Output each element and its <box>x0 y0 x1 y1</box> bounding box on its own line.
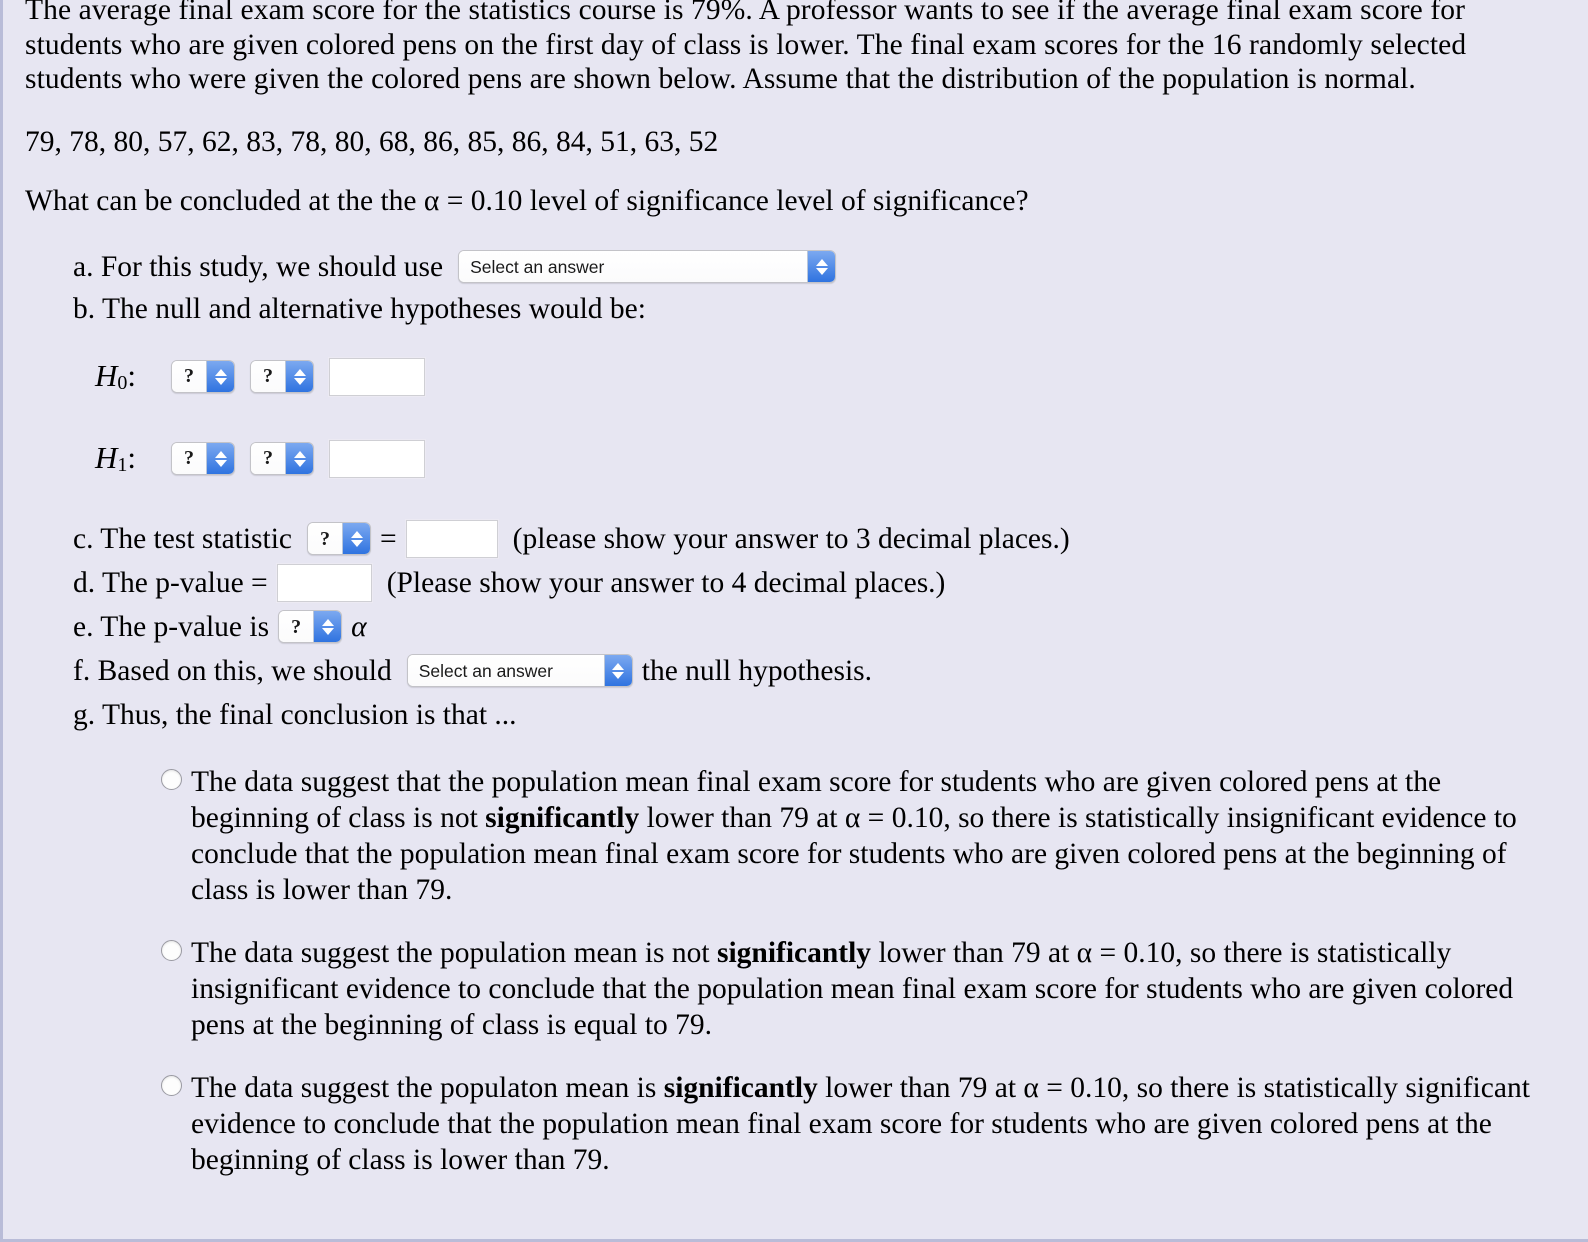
p-value-comparison-select[interactable]: ? <box>278 610 343 643</box>
part-a-label: a. For this study, we should use <box>73 250 444 283</box>
conclusion-options: The data suggest that the population mea… <box>25 764 1568 1178</box>
question-page: The average final exam score for the sta… <box>0 0 1588 1242</box>
study-type-select-value: Select an answer <box>459 251 808 282</box>
conclusion-option-2[interactable]: The data suggest the population mean is … <box>155 935 1555 1043</box>
conclusion-option-2-pre: The data suggest the population mean is … <box>191 936 717 969</box>
conclusion-option-1[interactable]: The data suggest that the population mea… <box>155 764 1555 908</box>
test-statistic-select-value: ? <box>308 523 343 554</box>
h1-operator-select[interactable]: ? <box>250 442 314 475</box>
part-g-label: g. Thus, the final conclusion is that ..… <box>73 698 517 731</box>
data-values: 79, 78, 80, 57, 62, 83, 78, 80, 68, 86, … <box>25 125 719 158</box>
part-b: b. The null and alternative hypotheses w… <box>73 290 1568 328</box>
part-c-label: c. The test statistic <box>73 522 293 555</box>
part-g: g. Thus, the final conclusion is that ..… <box>73 696 1568 734</box>
part-c: c. The test statistic ? = (please show y… <box>73 518 1568 559</box>
decision-select-value: Select an answer <box>407 655 604 686</box>
part-f-label-before: f. Based on this, we should <box>73 654 392 687</box>
p-value-comparison-select-value: ? <box>279 611 314 642</box>
radio-button-icon[interactable] <box>161 768 182 790</box>
part-f-label-after: the null hypothesis. <box>641 654 873 687</box>
chevron-updown-icon <box>285 361 313 392</box>
chevron-updown-icon <box>206 361 234 392</box>
chevron-updown-icon <box>807 251 836 282</box>
h0-row: H0: ? ? <box>73 356 1568 397</box>
h1-parameter-select[interactable]: ? <box>171 442 235 475</box>
study-type-select[interactable]: Select an answer <box>458 250 837 283</box>
chevron-updown-icon <box>206 443 234 474</box>
h1-label: H1: <box>95 440 137 476</box>
part-e-label: e. The p-value is <box>73 610 270 643</box>
test-statistic-input[interactable] <box>404 518 499 559</box>
test-statistic-equals: = <box>380 522 397 555</box>
conclusion-option-3-bold: significantly <box>663 1071 818 1104</box>
h0-parameter-select-value: ? <box>172 361 206 392</box>
conclusion-option-1-bold: significantly <box>485 801 640 834</box>
h0-value-input[interactable] <box>328 356 426 397</box>
parts-list: a. For this study, we should use Select … <box>25 248 1568 734</box>
radio-button-icon[interactable] <box>161 1074 182 1096</box>
chevron-updown-icon <box>342 523 371 554</box>
chevron-updown-icon <box>285 443 313 474</box>
chevron-updown-icon <box>603 655 632 686</box>
chevron-updown-icon <box>313 611 342 642</box>
problem-intro: The average final exam score for the sta… <box>25 0 1467 95</box>
h0-label: H0: <box>95 358 137 394</box>
h0-operator-select[interactable]: ? <box>250 360 314 393</box>
h1-operator-select-value: ? <box>251 443 285 474</box>
part-a: a. For this study, we should use Select … <box>73 248 1568 286</box>
test-statistic-select[interactable]: ? <box>307 522 372 555</box>
part-e: e. The p-value is ? α <box>73 608 1568 646</box>
h0-parameter-select[interactable]: ? <box>171 360 235 393</box>
alpha-symbol: α <box>351 610 367 643</box>
p-value-input[interactable] <box>275 562 373 603</box>
part-d-label: d. The p-value = <box>73 566 268 599</box>
significance-question: What can be concluded at the the α = 0.1… <box>25 184 1029 217</box>
decision-select[interactable]: Select an answer <box>406 654 633 687</box>
part-d: d. The p-value = (Please show your answe… <box>73 562 1568 603</box>
conclusion-option-3-pre: The data suggest the populaton mean is <box>191 1071 664 1104</box>
part-d-hint: (Please show your answer to 4 decimal pl… <box>386 566 946 599</box>
part-c-hint: (please show your answer to 3 decimal pl… <box>512 522 1070 555</box>
h1-value-input[interactable] <box>328 438 426 479</box>
part-f: f. Based on this, we should Select an an… <box>73 652 1568 690</box>
part-b-label: b. The null and alternative hypotheses w… <box>73 292 646 325</box>
conclusion-option-3[interactable]: The data suggest the populaton mean is s… <box>155 1070 1555 1178</box>
conclusion-option-2-bold: significantly <box>716 936 872 969</box>
h0-operator-select-value: ? <box>251 361 285 392</box>
radio-button-icon[interactable] <box>161 939 182 961</box>
h1-row: H1: ? ? <box>73 438 1568 479</box>
h1-parameter-select-value: ? <box>172 443 206 474</box>
